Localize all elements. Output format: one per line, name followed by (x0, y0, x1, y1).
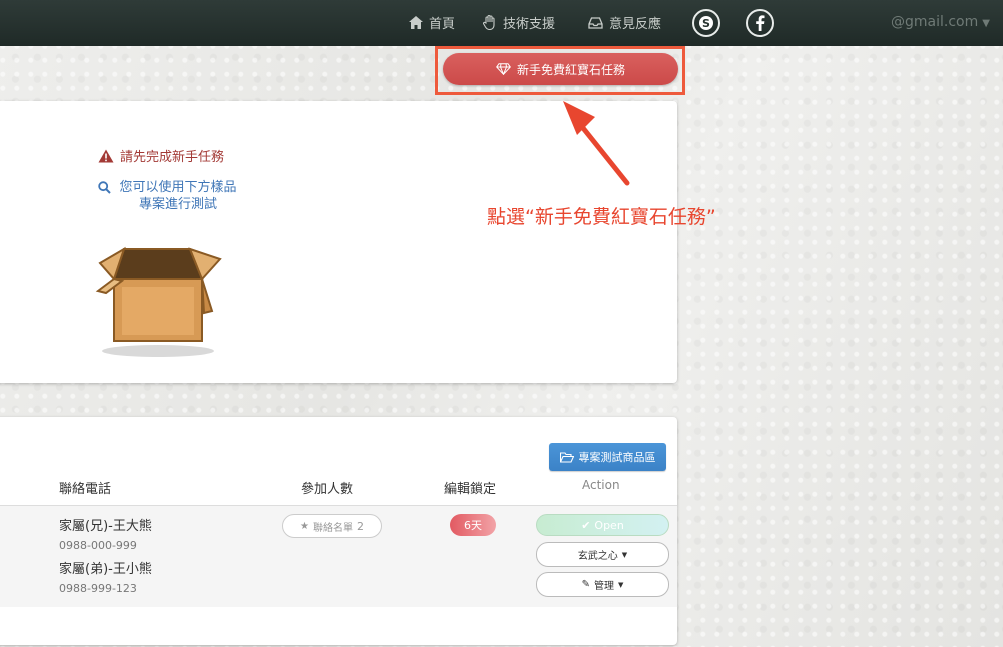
hint-text: 您可以使用下方樣品專案進行測試 (119, 180, 237, 212)
hint-message: 您可以使用下方樣品專案進行測試 (98, 179, 239, 213)
projects-panel: 專案測試商品區 聯絡電話 參加人數 編輯鎖定 Action 家屬(兄)-王大熊 … (0, 417, 677, 645)
facebook-icon[interactable] (746, 9, 774, 37)
inbox-icon (588, 16, 603, 29)
contact-list-button[interactable]: ★ 聯絡名單 2 (282, 514, 382, 538)
contact-list-count: 2 (356, 519, 364, 533)
account-menu[interactable]: @gmail.com ▼ (891, 14, 990, 30)
contact-name: 家屬(弟)-王小熊 (59, 562, 152, 577)
diamond-icon (496, 63, 511, 75)
nav-feedback[interactable]: 意見反應 (588, 13, 661, 32)
contact-phone: 0988-000-999 (59, 539, 137, 552)
manage-dropdown[interactable]: ✎ 管理 ▼ (536, 572, 669, 597)
star-icon: ★ (300, 520, 309, 532)
mission-button-label: 新手免費紅寶石任務 (516, 62, 625, 77)
annotation-arrow (563, 101, 630, 186)
svg-text:S: S (702, 17, 710, 30)
caret-down-icon: ▼ (618, 580, 624, 589)
nav-home[interactable]: 首頁 (409, 13, 455, 32)
open-label: Open (594, 518, 624, 532)
warning-message: 請先完成新手任務 (98, 146, 224, 165)
test-products-label: 專案測試商品區 (578, 451, 656, 464)
nav-support-label: 技術支援 (503, 17, 556, 32)
contact-phone: 0988-999-123 (59, 582, 137, 595)
newbie-ruby-mission-button[interactable]: 新手免費紅寶石任務 (443, 53, 678, 85)
nav-support[interactable]: 技術支援 (483, 13, 555, 32)
skype-icon[interactable]: S (692, 9, 720, 37)
nav-feedback-label: 意見反應 (609, 17, 662, 32)
check-icon: ✔ (581, 518, 591, 532)
column-header-edit-lock: 編輯鎖定 (444, 482, 497, 497)
pencil-icon: ✎ (581, 579, 590, 590)
warning-icon (98, 149, 114, 162)
open-box-icon (95, 246, 222, 357)
caret-down-icon: ▼ (621, 550, 628, 559)
lock-days-badge: 6天 (450, 514, 496, 536)
search-icon (98, 181, 111, 194)
home-icon (409, 16, 423, 29)
project-select-label: 玄武之心 (577, 551, 618, 562)
top-navbar: 首頁 技術支援 意見反應 S @gmail.com ▼ (0, 0, 1003, 46)
caret-down-icon: ▼ (982, 18, 990, 29)
column-header-participants: 參加人數 (301, 482, 354, 497)
test-products-button[interactable]: 專案測試商品區 (549, 443, 666, 471)
annotation-text: 點選“新手免費紅寶石任務” (487, 206, 716, 228)
nav-home-label: 首頁 (429, 17, 456, 32)
manage-label: 管理 (594, 581, 614, 592)
account-email: @gmail.com (891, 14, 979, 30)
contact-list-label: 聯絡名單 (312, 522, 353, 534)
project-select-dropdown[interactable]: 玄武之心 ▼ (536, 542, 669, 567)
open-button[interactable]: ✔ Open (536, 514, 669, 536)
hand-icon (483, 15, 495, 30)
column-header-action: Action (582, 478, 620, 492)
contact-name: 家屬(兄)-王大熊 (59, 519, 152, 534)
warning-text: 請先完成新手任務 (120, 150, 225, 165)
folder-open-icon (559, 451, 574, 463)
column-header-phone: 聯絡電話 (59, 482, 112, 497)
